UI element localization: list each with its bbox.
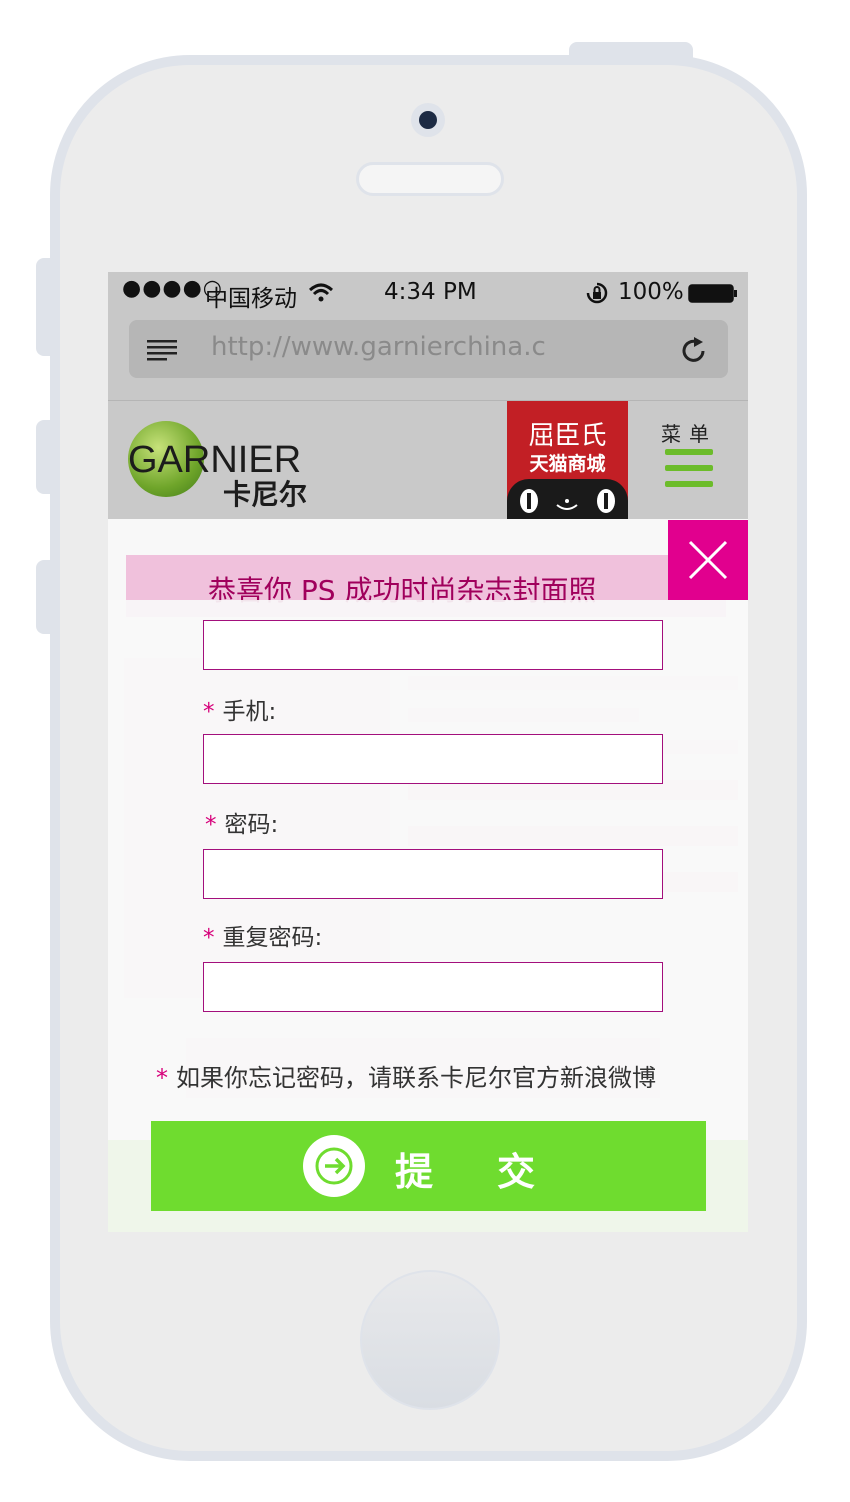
- menu-hamburger-icon[interactable]: [665, 449, 713, 497]
- tmall-cat-icon: [507, 479, 628, 519]
- password-label: * 密码:: [205, 805, 278, 839]
- carrier-name: 中国移动: [205, 286, 297, 312]
- phone-label: * 手机:: [203, 692, 276, 726]
- close-button[interactable]: [668, 520, 748, 600]
- phone-screen: ●●●●○ 中国移动 4:34 PM 100% http://www.garni…: [108, 272, 748, 1232]
- repeat-password-label: * 重复密码:: [203, 918, 322, 952]
- forgot-password-note-text: 如果你忘记密码，请联系卡尼尔官方新浪微博: [176, 1064, 656, 1092]
- reload-icon[interactable]: [679, 336, 709, 366]
- earpiece-speaker: [356, 162, 504, 196]
- wifi-icon: [308, 283, 334, 302]
- phone-field[interactable]: [203, 734, 663, 784]
- reader-list-icon[interactable]: [147, 338, 179, 362]
- status-bar: ●●●●○ 中国移动 4:34 PM 100%: [108, 272, 748, 314]
- logo-chinese: 卡尼尔: [223, 478, 308, 511]
- battery-icon: [688, 284, 737, 303]
- menu-label: 菜单: [661, 422, 717, 446]
- front-camera: [411, 103, 445, 137]
- site-header: GARNIER 卡尼尔 屈臣氏 天猫商城 菜单: [108, 400, 748, 519]
- battery-percent: 100%: [618, 279, 684, 305]
- required-mark: *: [205, 812, 217, 838]
- clock-time: 4:34 PM: [384, 279, 477, 305]
- repeat-password-label-text: 重复密码:: [222, 925, 323, 951]
- tmall-store-banner[interactable]: 屈臣氏 天猫商城: [507, 401, 628, 519]
- required-mark: *: [203, 925, 215, 951]
- browser-address-bar: http://www.garnierchina.c: [108, 314, 748, 400]
- rotation-lock-icon: [586, 282, 608, 304]
- tmall-store-name: 屈臣氏: [528, 421, 607, 451]
- username-field[interactable]: [203, 620, 663, 670]
- tmall-store-subtitle: 天猫商城: [529, 453, 606, 475]
- submit-label: 提交: [395, 1150, 600, 1194]
- password-label-text: 密码:: [224, 812, 279, 838]
- close-icon: [688, 540, 728, 580]
- forgot-password-note: * 如果你忘记密码，请联系卡尼尔官方新浪微博: [156, 1058, 656, 1093]
- arrow-right-icon: [303, 1135, 365, 1197]
- phone-label-text: 手机:: [222, 699, 277, 725]
- required-mark: *: [203, 699, 215, 725]
- password-field[interactable]: [203, 849, 663, 899]
- url-text: http://www.garnierchina.c: [211, 332, 546, 362]
- repeat-password-field[interactable]: [203, 962, 663, 1012]
- url-field[interactable]: http://www.garnierchina.c: [129, 320, 728, 378]
- required-mark: *: [156, 1064, 168, 1092]
- home-button[interactable]: [360, 1270, 500, 1410]
- submit-button[interactable]: 提交: [151, 1121, 706, 1211]
